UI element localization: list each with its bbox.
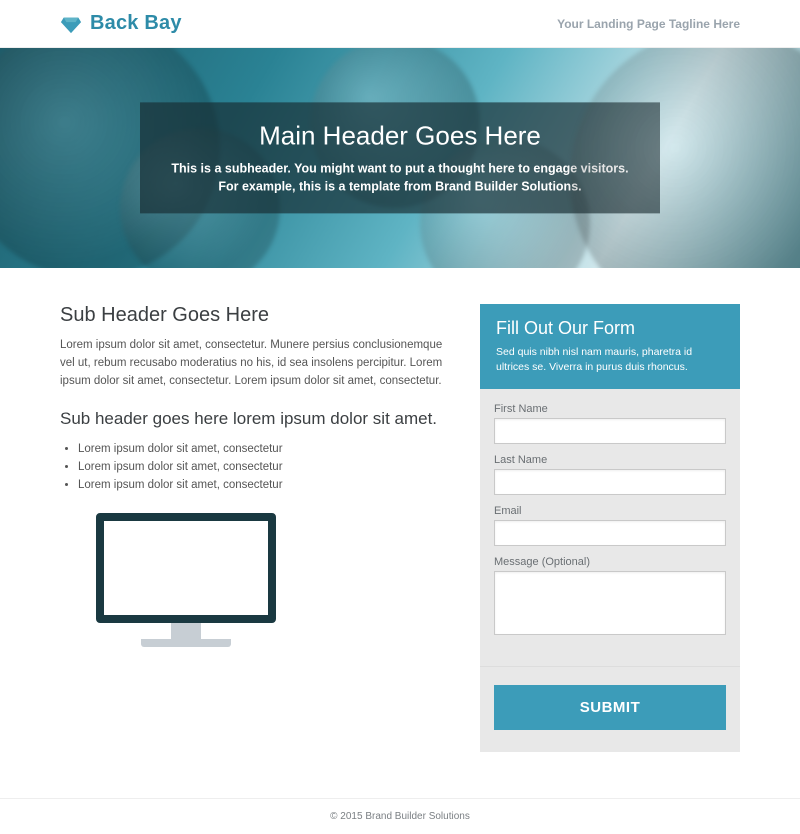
content-column: Sub Header Goes Here Lorem ipsum dolor s… bbox=[60, 304, 450, 752]
list-item: Lorem ipsum dolor sit amet, consectetur bbox=[78, 443, 450, 455]
form-card: Fill Out Our Form Sed quis nibh nisl nam… bbox=[480, 304, 740, 752]
email-input[interactable] bbox=[494, 520, 726, 546]
monitor-illustration bbox=[96, 513, 276, 647]
monitor-screen-icon bbox=[96, 513, 276, 623]
subheader-2: Sub header goes here lorem ipsum dolor s… bbox=[60, 408, 450, 430]
hero-box: Main Header Goes Here This is a subheade… bbox=[140, 102, 660, 213]
first-name-label: First Name bbox=[494, 403, 726, 415]
tagline-text: Your Landing Page Tagline Here bbox=[557, 17, 740, 31]
diamond-icon bbox=[60, 13, 82, 35]
form-description: Sed quis nibh nisl nam mauris, pharetra … bbox=[496, 345, 724, 375]
brand[interactable]: Back Bay bbox=[60, 12, 182, 35]
copyright-text: © 2015 Brand Builder Solutions bbox=[330, 811, 470, 822]
top-bar: Back Bay Your Landing Page Tagline Here bbox=[0, 0, 800, 48]
bullet-list: Lorem ipsum dolor sit amet, consectetur … bbox=[60, 443, 450, 491]
form-header: Fill Out Our Form Sed quis nibh nisl nam… bbox=[480, 304, 740, 389]
message-textarea[interactable] bbox=[494, 571, 726, 635]
paragraph-1: Lorem ipsum dolor sit amet, consectetur.… bbox=[60, 337, 450, 390]
last-name-input[interactable] bbox=[494, 469, 726, 495]
list-item: Lorem ipsum dolor sit amet, consectetur bbox=[78, 479, 450, 491]
footer: © 2015 Brand Builder Solutions bbox=[0, 799, 800, 834]
hero: Main Header Goes Here This is a subheade… bbox=[0, 48, 800, 268]
subheader-1: Sub Header Goes Here bbox=[60, 304, 450, 327]
last-name-label: Last Name bbox=[494, 454, 726, 466]
main-content: Sub Header Goes Here Lorem ipsum dolor s… bbox=[0, 268, 800, 799]
hero-subtitle: This is a subheader. You might want to p… bbox=[162, 159, 638, 195]
form-title: Fill Out Our Form bbox=[496, 318, 724, 339]
list-item: Lorem ipsum dolor sit amet, consectetur bbox=[78, 461, 450, 473]
email-label: Email bbox=[494, 505, 726, 517]
first-name-input[interactable] bbox=[494, 418, 726, 444]
brand-name: Back Bay bbox=[90, 12, 182, 35]
message-label: Message (Optional) bbox=[494, 556, 726, 568]
hero-title: Main Header Goes Here bbox=[162, 120, 638, 151]
submit-button[interactable]: SUBMIT bbox=[494, 685, 726, 730]
